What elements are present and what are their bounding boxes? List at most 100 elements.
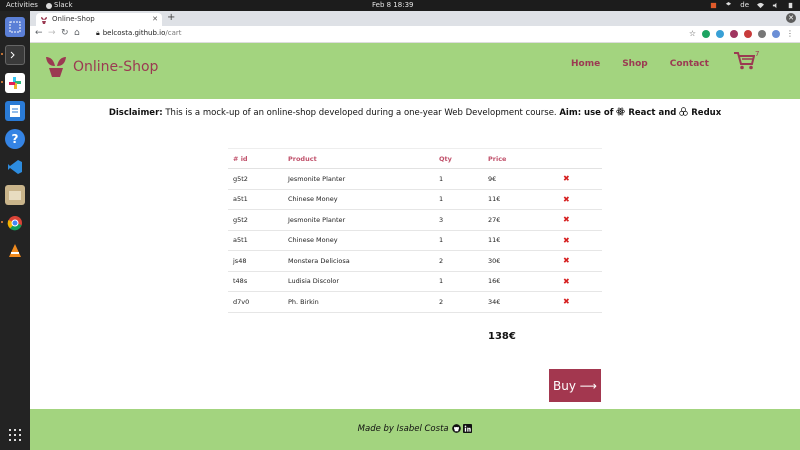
cell-qty: 3 bbox=[434, 209, 483, 231]
home-icon[interactable]: ⌂ bbox=[74, 28, 80, 38]
writer-icon[interactable] bbox=[5, 101, 25, 121]
main-nav: Home Shop Contact bbox=[571, 59, 731, 69]
table-row: js48 Monstera Deliciosa 2 30€ ✖ bbox=[228, 250, 602, 272]
github-icon[interactable] bbox=[452, 424, 462, 433]
cell-product: Ludisia Discolor bbox=[283, 271, 434, 292]
vlc-icon[interactable] bbox=[5, 241, 25, 261]
new-tab-button[interactable]: + bbox=[167, 12, 175, 23]
red-status-icon[interactable] bbox=[710, 2, 717, 9]
table-row: d7v0 Ph. Birkin 2 34€ ✖ bbox=[228, 291, 602, 313]
language-indicator[interactable]: de bbox=[740, 0, 749, 11]
vscode-icon[interactable] bbox=[5, 157, 25, 177]
cell-id: t48s bbox=[228, 271, 283, 292]
extension-icon[interactable] bbox=[744, 29, 752, 38]
remove-item-icon[interactable]: ✖ bbox=[563, 236, 570, 245]
tab-online-shop[interactable]: Online-Shop ✕ bbox=[36, 13, 162, 26]
nav-shop-link[interactable]: Shop bbox=[622, 59, 648, 69]
browser-toolbar: ← → ↻ ⌂ 🔒︎ belcosta.github.io/cart ☆ ⋮ bbox=[30, 26, 800, 43]
cell-qty: 1 bbox=[434, 230, 483, 251]
chrome-icon[interactable] bbox=[5, 213, 25, 233]
column-header-remove bbox=[558, 148, 602, 169]
nav-home-link[interactable]: Home bbox=[571, 59, 600, 69]
forward-arrow-icon[interactable]: → bbox=[48, 28, 56, 38]
extension-icon[interactable] bbox=[716, 29, 724, 38]
table-header-row: # id Product Qty Price bbox=[228, 148, 602, 169]
column-header-product: Product bbox=[283, 148, 434, 169]
cell-id: d7v0 bbox=[228, 291, 283, 313]
tab-strip: Online-Shop ✕ + ✕ bbox=[30, 11, 800, 26]
cart-total: 138€ bbox=[488, 331, 516, 342]
url-path: /cart bbox=[165, 29, 182, 37]
tab-close-icon[interactable]: ✕ bbox=[152, 13, 158, 26]
reload-icon[interactable]: ↻ bbox=[61, 28, 69, 38]
extension-icon[interactable] bbox=[730, 29, 738, 38]
redux-icon bbox=[679, 107, 689, 116]
terminal-icon[interactable] bbox=[5, 45, 25, 65]
cart-count-badge: 7 bbox=[755, 50, 760, 58]
buy-button[interactable]: Buy ⟶ bbox=[549, 369, 601, 402]
system-tray[interactable]: de bbox=[710, 0, 794, 11]
grammarly-extension-icon[interactable] bbox=[702, 29, 710, 38]
address-bar[interactable]: 🔒︎ belcosta.github.io/cart bbox=[96, 29, 182, 38]
site-footer: Made by Isabel Costa bbox=[30, 409, 800, 450]
cell-product: Ph. Birkin bbox=[283, 291, 434, 313]
redux-label: Redux bbox=[688, 108, 722, 118]
remove-item-icon[interactable]: ✖ bbox=[563, 174, 570, 183]
clock[interactable]: Feb 8 18:39 bbox=[372, 0, 413, 11]
brand[interactable]: Online-Shop bbox=[45, 56, 158, 78]
cell-qty: 1 bbox=[434, 271, 483, 292]
profile-avatar[interactable] bbox=[772, 29, 780, 38]
cell-product: Monstera Deliciosa bbox=[283, 250, 434, 272]
remove-item-icon[interactable]: ✖ bbox=[563, 195, 570, 204]
lock-icon: 🔒︎ bbox=[96, 29, 100, 37]
files-icon[interactable] bbox=[5, 185, 25, 205]
cart-icon[interactable] bbox=[734, 52, 755, 70]
screenshot-app-icon[interactable] bbox=[5, 17, 25, 37]
extension-icons: ☆ ⋮ bbox=[689, 29, 794, 38]
cart-table: # id Product Qty Price g5t2 Jesmonite Pl… bbox=[228, 148, 602, 313]
extensions-puzzle-icon[interactable] bbox=[758, 29, 766, 38]
show-apps-icon[interactable] bbox=[5, 425, 25, 445]
disclaimer-text: This is a mock-up of an online-shop deve… bbox=[162, 108, 560, 118]
tab-title: Online-Shop bbox=[52, 15, 95, 23]
disclaimer-label: Disclaimer: bbox=[108, 108, 163, 118]
table-row: g5t2 Jesmonite Planter 1 9€ ✖ bbox=[228, 168, 602, 190]
activities-button[interactable]: Activities bbox=[6, 0, 38, 11]
dock: ? bbox=[0, 11, 30, 450]
app-menu[interactable]: Slack bbox=[46, 0, 73, 11]
slack-app-icon[interactable] bbox=[5, 73, 25, 93]
cell-product: Chinese Money bbox=[283, 230, 434, 251]
remove-item-icon[interactable]: ✖ bbox=[563, 297, 570, 306]
window-close-button[interactable]: ✕ bbox=[786, 13, 796, 23]
dropbox-icon[interactable] bbox=[725, 2, 732, 9]
remove-item-icon[interactable]: ✖ bbox=[563, 277, 570, 286]
nav-contact-link[interactable]: Contact bbox=[670, 59, 709, 69]
cell-price: 11€ bbox=[483, 189, 558, 210]
disclaimer: Disclaimer: This is a mock-up of an onli… bbox=[30, 107, 800, 118]
site-header: Online-Shop Home Shop Contact 7 bbox=[30, 43, 800, 99]
table-row: t48s Ludisia Discolor 1 16€ ✖ bbox=[228, 271, 602, 292]
brand-name: Online-Shop bbox=[73, 59, 159, 75]
cell-price: 16€ bbox=[483, 271, 558, 292]
bookmark-star-icon[interactable]: ☆ bbox=[689, 29, 696, 38]
help-icon[interactable]: ? bbox=[5, 129, 25, 149]
cell-qty: 1 bbox=[434, 189, 483, 210]
volume-icon[interactable] bbox=[772, 2, 779, 9]
cell-id: g5t2 bbox=[228, 168, 283, 190]
linkedin-icon[interactable] bbox=[463, 424, 473, 433]
url-host: belcosta.github.io bbox=[102, 29, 166, 37]
cell-qty: 1 bbox=[434, 168, 483, 190]
cell-price: 30€ bbox=[483, 250, 558, 272]
cell-product: Jesmonite Planter bbox=[283, 209, 434, 231]
page: Online-Shop Home Shop Contact 7 Disclaim… bbox=[30, 43, 800, 450]
back-arrow-icon[interactable]: ← bbox=[35, 28, 43, 38]
battery-icon[interactable] bbox=[787, 2, 794, 9]
cell-qty: 2 bbox=[434, 250, 483, 272]
column-header-qty: Qty bbox=[434, 148, 483, 169]
cell-price: 9€ bbox=[483, 168, 558, 190]
app-menu-label: Slack bbox=[54, 1, 73, 9]
remove-item-icon[interactable]: ✖ bbox=[563, 256, 570, 265]
menu-kebab-icon[interactable]: ⋮ bbox=[786, 29, 794, 38]
wifi-icon[interactable] bbox=[757, 2, 764, 9]
remove-item-icon[interactable]: ✖ bbox=[563, 215, 570, 224]
